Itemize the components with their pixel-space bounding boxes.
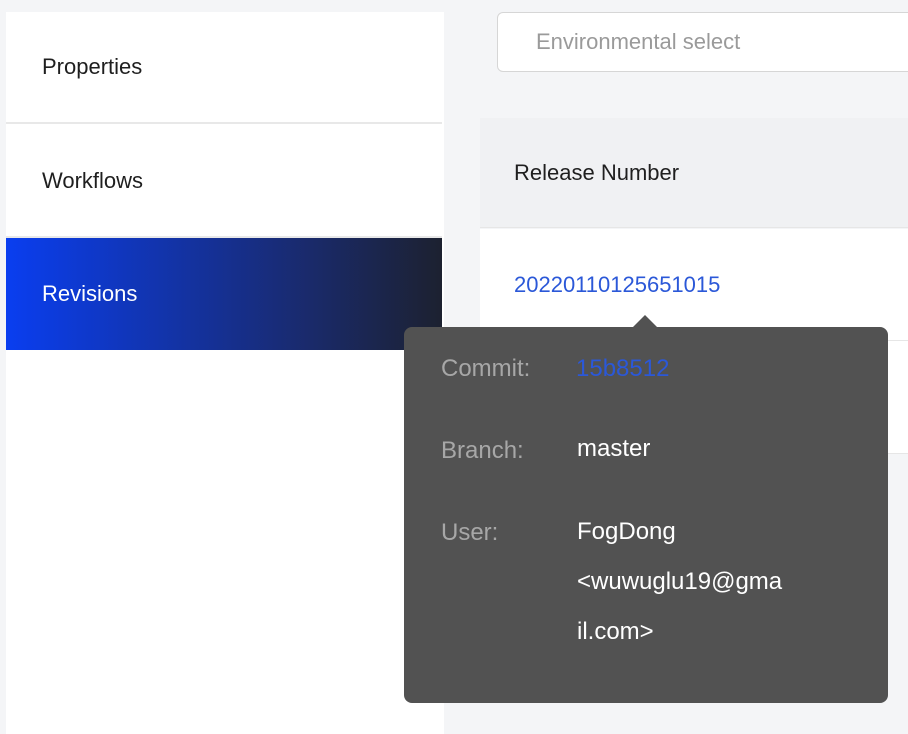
environment-select[interactable]: Environmental select <box>497 12 908 72</box>
sidebar-item-revisions[interactable]: Revisions <box>6 238 442 350</box>
sidebar: Properties Workflows Revisions <box>6 12 444 734</box>
sidebar-item-workflows[interactable]: Workflows <box>6 126 442 238</box>
sidebar-item-label: Workflows <box>42 168 144 193</box>
sidebar-item-label: Revisions <box>42 281 138 306</box>
commit-hash-link[interactable]: 15b8512 <box>576 355 669 383</box>
table-row: 20220110125651015 <box>480 229 908 341</box>
environment-select-placeholder: Environmental select <box>536 29 741 54</box>
sidebar-item-properties[interactable]: Properties <box>6 12 442 124</box>
column-header-release-number: Release Number <box>514 159 680 185</box>
revision-tooltip: Commit: 15b8512 Branch: master User: Fog… <box>404 327 888 703</box>
user-label: User: <box>441 519 499 546</box>
sidebar-item-label: Properties <box>42 54 143 79</box>
tooltip-arrow <box>633 315 657 327</box>
branch-label: Branch: <box>441 437 524 464</box>
release-number-link[interactable]: 20220110125651015 <box>514 272 720 298</box>
commit-label: Commit: <box>441 355 531 382</box>
user-value: <wuwuglu19@gma <box>577 568 783 595</box>
user-value: il.com> <box>577 618 654 645</box>
table-header: Release Number <box>480 118 908 228</box>
branch-value: master <box>577 435 651 462</box>
user-value: FogDong <box>577 518 676 545</box>
